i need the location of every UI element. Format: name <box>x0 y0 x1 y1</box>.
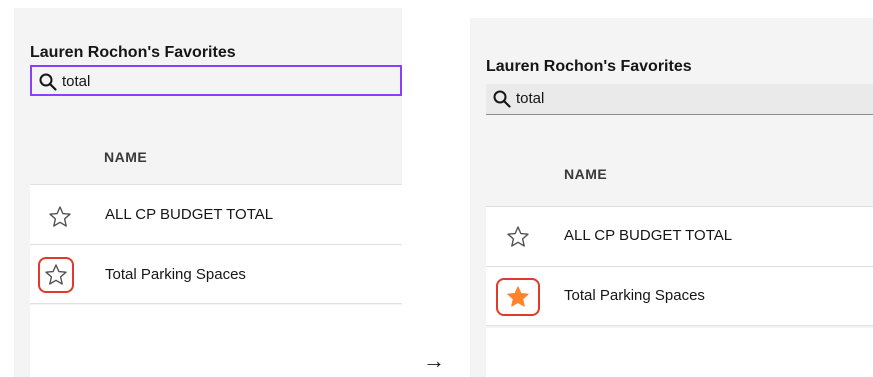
search-value: total <box>62 73 91 90</box>
list-item[interactable]: Total Parking Spaces <box>486 266 873 326</box>
search-input[interactable]: total <box>486 84 873 115</box>
search-icon <box>493 90 511 108</box>
item-label: ALL CP BUDGET TOTAL <box>105 206 274 223</box>
star-outline-icon[interactable] <box>48 205 72 229</box>
list-empty-area <box>30 305 402 377</box>
search-icon <box>39 73 57 91</box>
item-label: Total Parking Spaces <box>105 266 246 283</box>
favorites-list: ALL CP BUDGET TOTAL Total Parking Spaces <box>30 184 402 304</box>
search-value: total <box>516 90 545 107</box>
panel-title: Lauren Rochon's Favorites <box>486 58 692 75</box>
list-empty-area <box>486 328 873 377</box>
column-header-name[interactable]: NAME <box>564 166 607 182</box>
transition-arrow: → <box>423 348 445 373</box>
list-item[interactable]: Total Parking Spaces <box>30 244 402 304</box>
list-item[interactable]: ALL CP BUDGET TOTAL <box>30 184 402 244</box>
list-item[interactable]: ALL CP BUDGET TOTAL <box>486 206 873 266</box>
column-header-name[interactable]: NAME <box>104 149 147 165</box>
favorites-panel-after: Lauren Rochon's Favorites total NAME ALL… <box>470 18 873 377</box>
favorites-list: ALL CP BUDGET TOTAL Total Parking Spaces <box>486 206 873 326</box>
favorites-panel-before: Lauren Rochon's Favorites total NAME ALL… <box>14 8 402 377</box>
star-filled-icon[interactable] <box>506 285 530 309</box>
star-outline-icon[interactable] <box>506 225 530 249</box>
star-outline-icon[interactable] <box>44 263 68 287</box>
item-label: ALL CP BUDGET TOTAL <box>564 227 733 244</box>
search-input[interactable]: total <box>30 65 402 96</box>
panel-title: Lauren Rochon's Favorites <box>30 44 236 61</box>
item-label: Total Parking Spaces <box>564 287 705 304</box>
